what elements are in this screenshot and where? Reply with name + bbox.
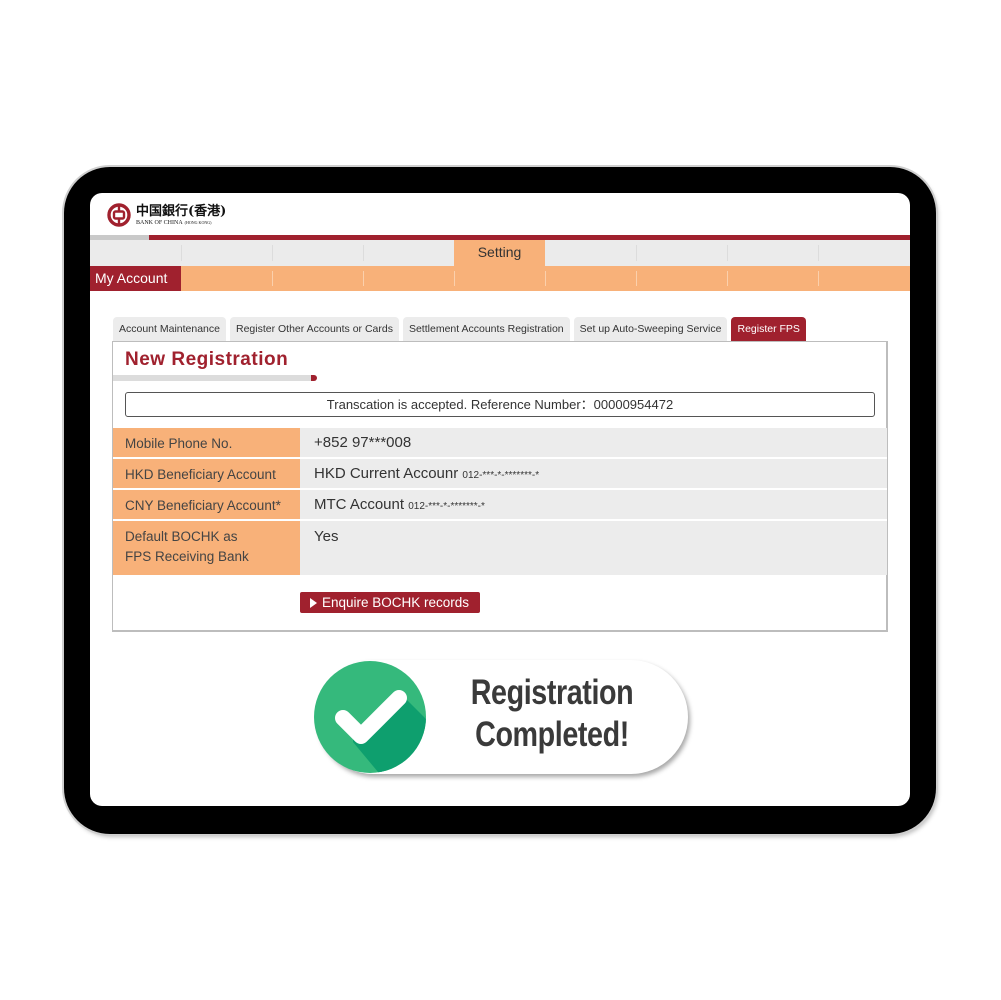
row-label: Mobile Phone No. [113, 428, 300, 457]
registration-details-table: Mobile Phone No. +852 97***008 HKD Benef… [113, 428, 887, 575]
nav-divider [727, 245, 728, 261]
nav-tab-setting[interactable]: Setting [454, 240, 545, 266]
bank-name-english: BANK OF CHINA [136, 219, 183, 226]
masked-account-number: 012-***-*-*******-* [462, 470, 540, 481]
row-label: Default BOCHK as FPS Receiving Bank [113, 521, 300, 575]
table-row: HKD Beneficiary Account HKD Current Acco… [113, 459, 887, 490]
nav-divider [272, 271, 273, 286]
table-row: CNY Beneficiary Account* MTC Account 012… [113, 490, 887, 521]
completion-line-2: Completed! [475, 715, 629, 754]
nav-divider [363, 271, 364, 286]
nav-divider [363, 245, 364, 261]
nav-divider [181, 245, 182, 261]
row-label-line: FPS Receiving Bank [125, 549, 249, 564]
bank-logo[interactable]: 中国銀行(香港) BANK OF CHINA (HONG KONG) [107, 203, 226, 227]
settings-tabs: Account Maintenance Register Other Accou… [113, 317, 810, 341]
nav-divider [818, 271, 819, 286]
registration-panel: New Registration Transcation is accepted… [112, 341, 888, 632]
table-row: Default BOCHK as FPS Receiving Bank Yes [113, 521, 887, 575]
main-navigation-bar: My Account [90, 266, 910, 291]
nav-divider [636, 271, 637, 286]
tab-register-fps[interactable]: Register FPS [731, 317, 806, 341]
title-underline [113, 375, 313, 381]
bank-name-suffix: (HONG KONG) [184, 219, 212, 225]
masked-account-number: 012-***-*-*******-* [408, 501, 485, 512]
sub-navigation-bar: Setting [90, 240, 910, 266]
tab-account-maintenance[interactable]: Account Maintenance [113, 317, 226, 341]
nav-divider [545, 271, 546, 286]
check-circle-icon [314, 661, 426, 773]
bank-name-chinese: 中国銀行(香港) [136, 203, 227, 219]
boc-logo-icon [107, 203, 131, 227]
nav-divider [454, 271, 455, 286]
enquire-records-label: Enquire BOCHK records [322, 595, 470, 610]
nav-divider [818, 245, 819, 261]
tab-settlement-accounts-registration[interactable]: Settlement Accounts Registration [402, 317, 570, 341]
transaction-notice: Transcation is accepted. Reference Numbe… [125, 392, 875, 417]
tab-register-other-accounts[interactable]: Register Other Accounts or Cards [229, 317, 399, 341]
row-value: Yes [300, 521, 887, 575]
title-underline-marker [311, 375, 317, 381]
play-arrow-icon [310, 597, 317, 608]
nav-divider [727, 271, 728, 286]
enquire-records-button[interactable]: Enquire BOCHK records [300, 592, 481, 613]
row-label: HKD Beneficiary Account [113, 459, 300, 488]
registration-completed-badge: Registration Completed! [314, 660, 688, 774]
row-label: CNY Beneficiary Account* [113, 490, 300, 519]
nav-tab-my-account[interactable]: My Account [90, 266, 181, 291]
table-row: Mobile Phone No. +852 97***008 [113, 428, 887, 459]
nav-divider [636, 245, 637, 261]
row-label-line: Default BOCHK as [125, 529, 238, 544]
section-title: New Registration [125, 349, 289, 370]
nav-divider [272, 245, 273, 261]
completion-line-1: Registration [470, 673, 634, 712]
completion-message: Registration Completed! [457, 672, 647, 756]
row-value: MTC Account [314, 496, 409, 513]
tab-auto-sweeping-service[interactable]: Set up Auto-Sweeping Service [573, 317, 728, 341]
row-value: +852 97***008 [300, 428, 887, 457]
row-value: HKD Current Accounr [314, 465, 463, 482]
